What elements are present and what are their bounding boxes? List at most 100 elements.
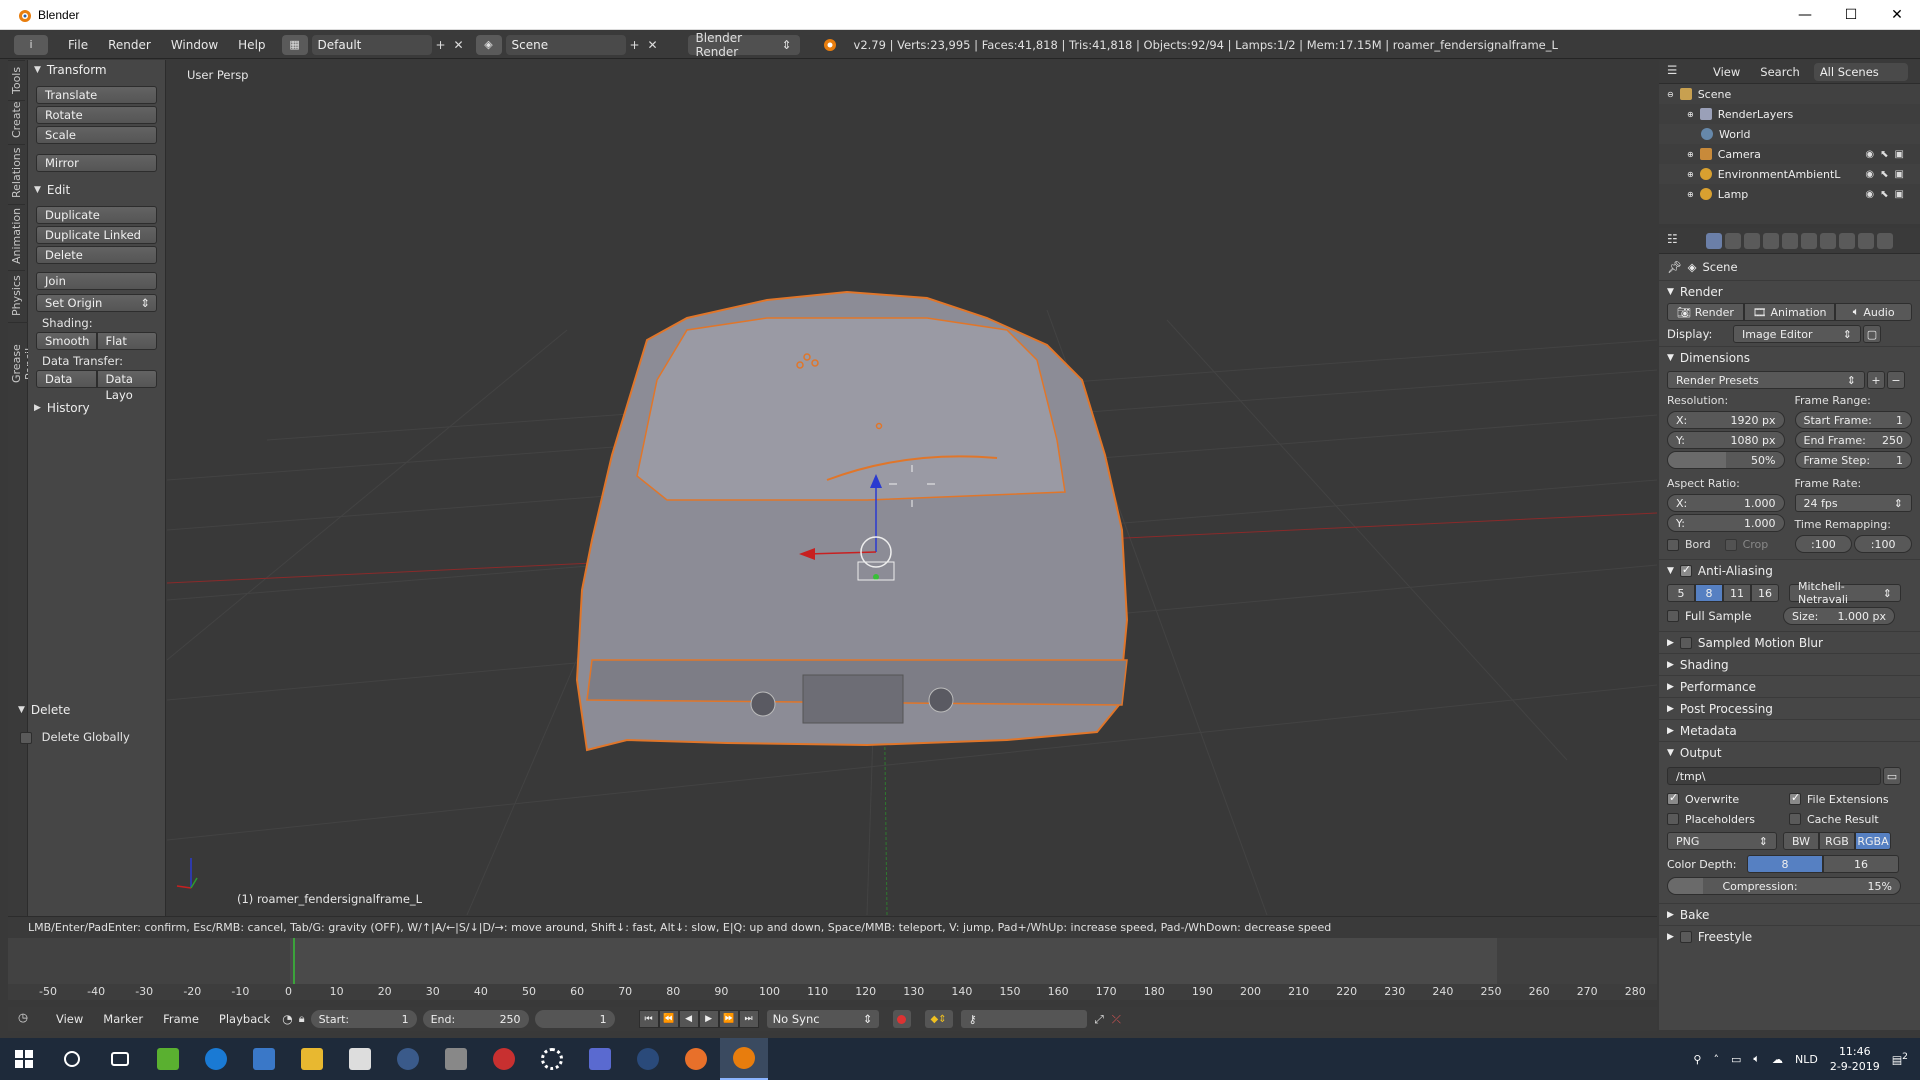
search-icon[interactable] — [48, 1038, 96, 1080]
eye-icon[interactable]: ◉ — [1865, 189, 1874, 200]
network-icon[interactable]: ▭ — [1731, 1053, 1741, 1066]
aspect-y-field[interactable]: Y: 1.000 — [1667, 514, 1785, 532]
frame-step-field[interactable]: Frame Step: 1 — [1794, 451, 1912, 469]
tl-menu-marker[interactable]: Marker — [93, 1012, 153, 1026]
render-icon[interactable]: ▣ — [1895, 169, 1904, 180]
timeline-editor-type-button[interactable]: ◷ — [18, 1010, 46, 1028]
jump-end-icon[interactable]: ⏭ — [738, 1010, 759, 1028]
metadata-panel-header[interactable]: ▶ Metadata — [1659, 719, 1920, 741]
menu-file[interactable]: File — [58, 38, 98, 52]
layout-icon[interactable]: ▦ — [281, 34, 308, 55]
crop-checkbox[interactable] — [1724, 538, 1737, 551]
color-mode-bw[interactable]: BW — [1783, 832, 1819, 850]
steam-icon[interactable] — [384, 1038, 432, 1080]
freestyle-checkbox[interactable] — [1679, 930, 1692, 943]
scene-tab-icon[interactable] — [1744, 232, 1760, 249]
notifications-icon[interactable]: ▤2 — [1892, 1051, 1908, 1067]
translate-button[interactable]: Translate — [36, 86, 157, 104]
timeline-editor[interactable]: -50 -40 -30 -20 -10 0 10 20 30 40 50 60 70 80 90 100 110… — [8, 938, 1657, 1000]
expand-icon[interactable]: ⊕ — [1687, 190, 1694, 199]
render-panel-header[interactable]: ▼ Render — [1659, 280, 1920, 302]
delete-operator-panel-header[interactable]: ▼ Delete — [8, 700, 166, 720]
anti-aliasing-panel-header[interactable]: ▼ Anti-Aliasing — [1659, 559, 1920, 581]
tab-animation[interactable]: Animation — [8, 204, 25, 270]
jump-start-icon[interactable]: ⏮ — [638, 1010, 659, 1028]
outliner-menu-search[interactable]: Search — [1750, 65, 1810, 79]
cursor-icon[interactable]: ⬉ — [1880, 169, 1888, 180]
delete-globally-row[interactable]: Delete Globally — [8, 720, 166, 744]
cursor-icon[interactable]: ⬉ — [1880, 189, 1888, 200]
edge-browser-icon[interactable] — [192, 1038, 240, 1080]
outliner[interactable]: ⊖ Scene ⊕ RenderLayers World ⊕ Camera ◉ ⬉ ▣ ⊕ E… — [1659, 84, 1920, 224]
bake-panel-header[interactable]: ▶ Bake — [1659, 903, 1920, 925]
keying-set-icon[interactable]: ◆⇕ — [924, 1010, 953, 1028]
next-keyframe-icon[interactable]: ⏩ — [718, 1010, 739, 1028]
duplicate-linked-button[interactable]: Duplicate Linked — [36, 226, 157, 244]
performance-panel-header[interactable]: ▶ Performance — [1659, 675, 1920, 697]
add-preset-button[interactable]: + — [1867, 371, 1885, 389]
render-image-button[interactable]: 📷︎ Render — [1667, 303, 1744, 321]
tl-menu-frame[interactable]: Frame — [153, 1012, 209, 1026]
taskbar-app-red-icon[interactable] — [480, 1038, 528, 1080]
material-tab-icon[interactable] — [1858, 232, 1874, 249]
taskbar-app-chat-icon[interactable] — [576, 1038, 624, 1080]
color-depth-8[interactable]: 8 — [1747, 855, 1823, 873]
render-engine-select[interactable]: Blender Render ⇕ — [687, 31, 800, 59]
remove-scene-button[interactable]: ✕ — [644, 36, 662, 54]
data-layout-button[interactable]: Data Layo — [96, 370, 157, 402]
file-extensions-checkbox[interactable] — [1789, 791, 1801, 805]
eye-icon[interactable]: ◉ — [1865, 149, 1874, 160]
tab-create[interactable]: Create — [8, 100, 25, 144]
delete-keyframe-icon[interactable]: ⤫ — [1112, 1012, 1121, 1027]
dimensions-panel-header[interactable]: ▼ Dimensions — [1659, 346, 1920, 368]
render-audio-button[interactable]: 🔈︎ Audio — [1835, 303, 1912, 321]
expand-icon[interactable]: ⊕ — [1687, 150, 1694, 159]
language-indicator[interactable]: NLD — [1795, 1053, 1818, 1066]
file-explorer-icon[interactable] — [288, 1038, 336, 1080]
color-depth-16[interactable]: 16 — [1823, 855, 1899, 873]
frame-rate-select[interactable]: 24 fps ⇕ — [1794, 494, 1912, 512]
close-button[interactable]: ✕ — [1874, 0, 1920, 30]
data-tab-icon[interactable] — [1839, 232, 1855, 249]
task-view-icon[interactable] — [96, 1038, 144, 1080]
tab-physics[interactable]: Physics — [8, 270, 25, 322]
lock-interface-icon[interactable]: ▢ — [1863, 325, 1881, 343]
output-path-field[interactable]: /tmp\ — [1667, 767, 1881, 785]
folder-icon[interactable]: ▭ — [1883, 767, 1901, 785]
render-tab-icon[interactable] — [1706, 232, 1722, 249]
taskbar-app-tool-icon[interactable] — [432, 1038, 480, 1080]
remap-old-field[interactable]: :100 — [1794, 535, 1853, 553]
resolution-y-field[interactable]: Y: 1080 px — [1667, 431, 1785, 449]
menu-window[interactable]: Window — [161, 38, 228, 52]
data-button[interactable]: Data — [36, 370, 97, 388]
current-frame-field[interactable]: 1 — [534, 1010, 615, 1028]
join-button[interactable]: Join — [36, 272, 157, 290]
volume-icon[interactable]: 🔈︎ — [1753, 1052, 1760, 1066]
history-panel-header[interactable]: ▶ History — [28, 398, 165, 418]
settings-icon[interactable] — [528, 1038, 576, 1080]
mail-icon[interactable] — [336, 1038, 384, 1080]
scene-icon[interactable]: ◈ — [475, 34, 502, 55]
duplicate-button[interactable]: Duplicate — [36, 206, 157, 224]
modifiers-tab-icon[interactable] — [1820, 232, 1836, 249]
render-icon[interactable]: ▣ — [1895, 189, 1904, 200]
edit-panel-header[interactable]: ▼ Edit — [28, 180, 165, 200]
start-button[interactable] — [0, 1038, 48, 1080]
outliner-row-scene[interactable]: ⊖ Scene — [1659, 84, 1920, 104]
aa-samples-8[interactable]: 8 — [1695, 584, 1723, 602]
aa-samples-16[interactable]: 16 — [1751, 584, 1779, 602]
expand-icon[interactable]: ⊕ — [1687, 170, 1694, 179]
constraints-tab-icon[interactable] — [1801, 232, 1817, 249]
tab-tools[interactable]: Tools — [8, 60, 25, 100]
display-select[interactable]: Image Editor ⇕ — [1733, 325, 1861, 343]
add-scene-button[interactable]: + — [626, 36, 644, 54]
properties-editor-type-button[interactable]: ☷ — [1667, 232, 1695, 250]
overwrite-checkbox[interactable] — [1667, 791, 1679, 805]
motion-blur-panel-header[interactable]: ▶ Sampled Motion Blur — [1659, 631, 1920, 653]
menu-render[interactable]: Render — [98, 38, 161, 52]
blender-taskbar-icon[interactable] — [720, 1038, 768, 1080]
aspect-x-field[interactable]: X: 1.000 — [1667, 494, 1785, 512]
scene-field[interactable]: Scene — [505, 34, 626, 55]
aa-samples-11[interactable]: 11 — [1723, 584, 1751, 602]
record-button[interactable] — [892, 1010, 911, 1028]
